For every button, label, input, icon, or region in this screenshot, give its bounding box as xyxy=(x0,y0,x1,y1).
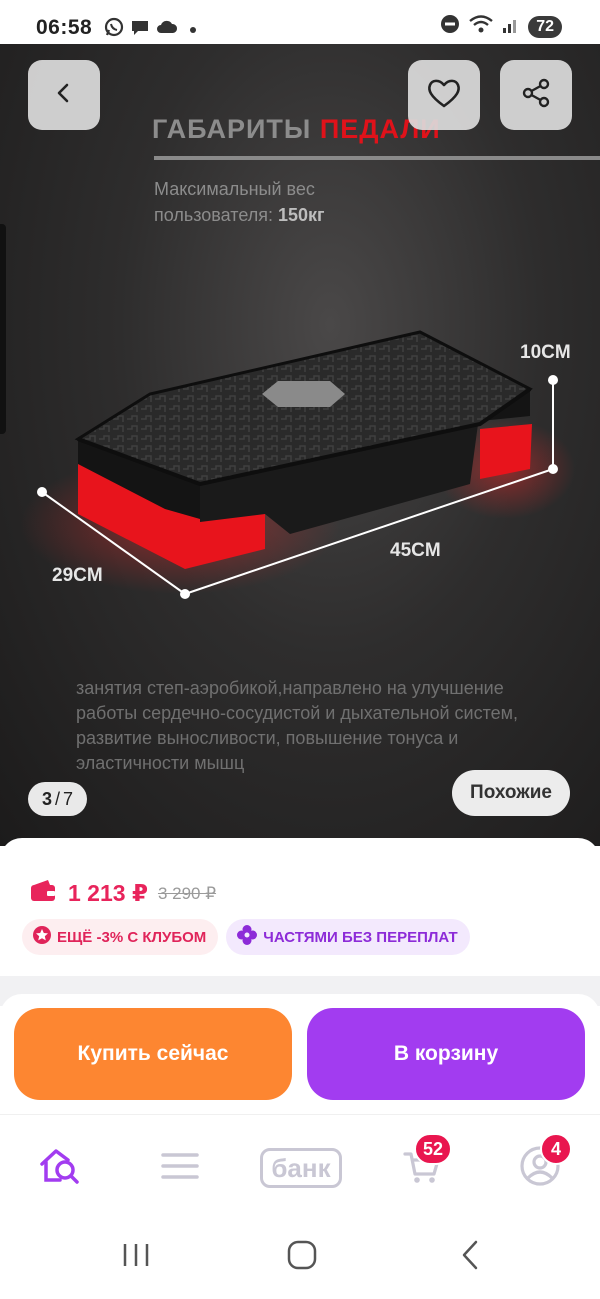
nav-catalog[interactable] xyxy=(150,1143,210,1193)
club-discount-chip[interactable]: ЕЩЁ -3% С КЛУБОМ xyxy=(22,919,219,955)
similar-button[interactable]: Похожие xyxy=(452,770,570,816)
notification-icons xyxy=(104,17,196,42)
home-square-icon xyxy=(286,1239,318,1276)
recent-apps-button[interactable] xyxy=(116,1240,156,1274)
price-section: 1 213 ₽ 3 290 ₽ ЕЩЁ -3% С КЛУБОМ ЧАСТЯМИ… xyxy=(0,838,600,978)
chevron-left-icon xyxy=(52,81,76,110)
installments-label: ЧАСТЯМИ БЕЗ ПЕРЕПЛАТ xyxy=(263,928,458,946)
home-button[interactable] xyxy=(282,1240,322,1274)
wifi-icon xyxy=(468,14,494,39)
flower-icon xyxy=(236,924,263,950)
price-row: 1 213 ₽ 3 290 ₽ xyxy=(30,880,216,907)
counter-current: 3 xyxy=(42,788,53,809)
gallery-image-description: занятия степ-аэробикой,направлено на улу… xyxy=(76,678,518,773)
dimension-height: 10CM xyxy=(520,342,571,363)
promo-chips: ЕЩЁ -3% С КЛУБОМ ЧАСТЯМИ БЕЗ ПЕРЕПЛАТ xyxy=(22,919,470,955)
more-notifications-dot xyxy=(190,26,196,33)
bank-icon: банк xyxy=(260,1148,342,1188)
cloud-icon xyxy=(156,18,178,41)
profile-notification-badge: 4 xyxy=(540,1133,572,1165)
wallet-icon xyxy=(30,880,56,907)
message-icon xyxy=(130,17,150,42)
favorite-button[interactable] xyxy=(408,60,480,130)
installments-chip[interactable]: ЧАСТЯМИ БЕЗ ПЕРЕПЛАТ xyxy=(226,919,470,955)
buy-now-button[interactable]: Купить сейчас xyxy=(14,1008,292,1100)
menu-icon xyxy=(161,1151,199,1186)
add-to-cart-button[interactable]: В корзину xyxy=(307,1008,585,1100)
nav-home[interactable] xyxy=(30,1143,90,1193)
current-price: 1 213 ₽ xyxy=(68,880,148,906)
club-discount-label: ЕЩЁ -3% С КЛУБОМ xyxy=(57,928,207,946)
counter-total: 7 xyxy=(63,788,74,809)
purchase-actions: Купить сейчас В корзину xyxy=(0,994,600,1114)
nav-profile[interactable]: 4 xyxy=(510,1133,572,1193)
heart-icon xyxy=(426,77,462,114)
dimension-width: 29CM xyxy=(52,565,103,586)
home-search-icon xyxy=(38,1146,82,1191)
whatsapp-icon xyxy=(104,17,124,42)
do-not-disturb-icon xyxy=(440,14,460,39)
system-status-icons: 72 xyxy=(440,14,562,39)
signal-icon xyxy=(502,14,520,39)
old-price: 3 290 ₽ xyxy=(157,883,217,903)
recent-apps-icon xyxy=(121,1241,151,1274)
share-button[interactable] xyxy=(500,60,572,130)
counter-separator: / xyxy=(55,788,61,809)
cart-count-badge: 52 xyxy=(414,1133,453,1165)
back-button[interactable] xyxy=(28,60,100,130)
dimension-length: 45CM xyxy=(390,540,441,561)
system-navigation-bar xyxy=(0,1214,600,1299)
bottom-navigation: банк 52 4 xyxy=(0,1114,600,1214)
gallery-counter: 3 / 7 xyxy=(28,782,88,816)
star-badge-icon xyxy=(32,925,57,949)
share-icon xyxy=(520,77,552,114)
system-back-button[interactable] xyxy=(450,1240,490,1274)
status-time: 06:58 xyxy=(36,16,93,39)
nav-cart[interactable]: 52 xyxy=(392,1133,453,1193)
product-gallery[interactable]: ГАБАРИТЫ ПЕДАЛИ Максимальный вес пользов… xyxy=(0,44,600,846)
battery-indicator: 72 xyxy=(528,15,562,38)
nav-bank[interactable]: банк xyxy=(255,1143,347,1193)
back-chevron-icon xyxy=(458,1239,482,1276)
